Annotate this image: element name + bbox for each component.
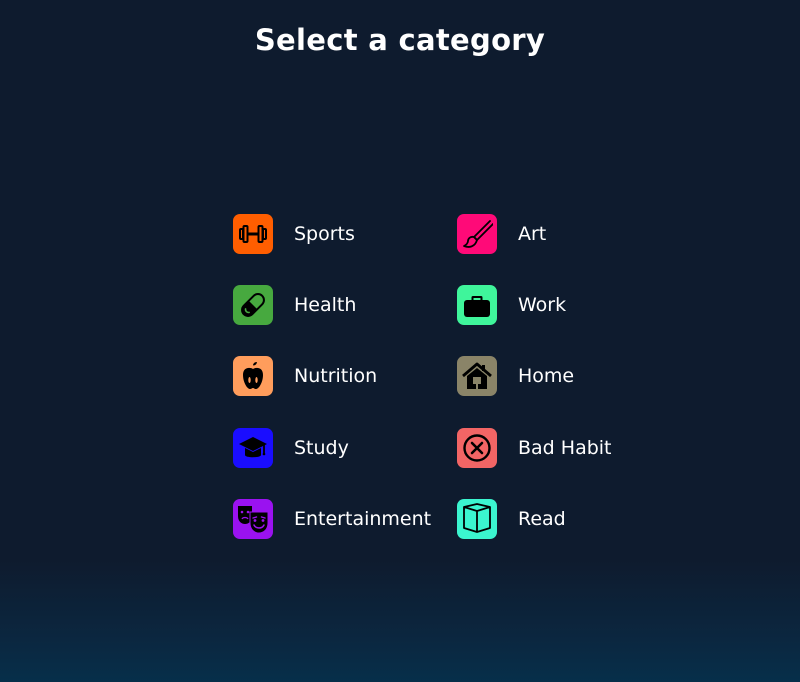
category-label: Bad Habit bbox=[518, 437, 612, 459]
category-sports[interactable]: Sports bbox=[233, 214, 355, 254]
book-icon bbox=[457, 499, 497, 539]
graduation-cap-icon bbox=[233, 428, 273, 468]
apple-icon bbox=[233, 356, 273, 396]
category-label: Home bbox=[518, 365, 575, 387]
category-entertainment[interactable]: Entertainment bbox=[233, 499, 431, 539]
dumbbell-icon bbox=[233, 214, 273, 254]
briefcase-icon bbox=[457, 285, 497, 325]
category-label: Art bbox=[518, 223, 547, 245]
category-art[interactable]: Art bbox=[457, 214, 546, 254]
category-bad-habit[interactable]: Bad Habit bbox=[457, 428, 612, 468]
category-study[interactable]: Study bbox=[233, 428, 349, 468]
category-home[interactable]: Home bbox=[457, 356, 574, 396]
paintbrush-icon bbox=[457, 214, 497, 254]
category-grid: Sports Art Health Work Nutrition Home St… bbox=[0, 0, 800, 682]
pill-icon bbox=[233, 285, 273, 325]
category-health[interactable]: Health bbox=[233, 285, 356, 325]
category-label: Work bbox=[518, 294, 567, 316]
category-label: Nutrition bbox=[294, 365, 378, 387]
category-work[interactable]: Work bbox=[457, 285, 566, 325]
theater-masks-icon bbox=[233, 499, 273, 539]
category-label: Sports bbox=[294, 223, 355, 245]
category-label: Health bbox=[294, 294, 357, 316]
category-nutrition[interactable]: Nutrition bbox=[233, 356, 377, 396]
house-icon bbox=[457, 356, 497, 396]
category-label: Read bbox=[518, 508, 566, 530]
category-label: Study bbox=[294, 437, 349, 459]
category-read[interactable]: Read bbox=[457, 499, 566, 539]
x-circle-icon bbox=[457, 428, 497, 468]
category-label: Entertainment bbox=[294, 508, 432, 530]
